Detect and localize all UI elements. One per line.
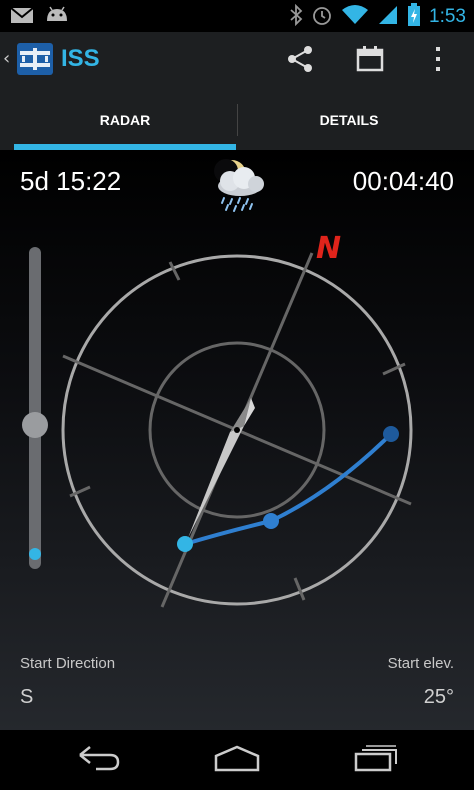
share-button[interactable] bbox=[270, 32, 330, 90]
back-icon bbox=[76, 745, 120, 775]
start-direction-label: Start Direction bbox=[20, 655, 116, 672]
back-button[interactable] bbox=[68, 740, 128, 780]
share-icon bbox=[285, 44, 315, 78]
radar-view: N bbox=[61, 231, 413, 608]
tab-radar[interactable]: RADAR bbox=[14, 90, 236, 150]
countdown-text: 5d 15:22 bbox=[20, 166, 122, 196]
radar-content: 5d 15:22 00:04:40 N Start Direction S St… bbox=[0, 150, 474, 730]
rain-cloud-moon-icon bbox=[204, 154, 270, 212]
tab-details[interactable]: DETAILS bbox=[238, 90, 460, 150]
gmail-icon bbox=[10, 5, 34, 29]
recents-button[interactable] bbox=[346, 740, 406, 780]
pass-start-point bbox=[177, 536, 193, 552]
radar-center bbox=[234, 427, 240, 433]
pass-end-point bbox=[383, 426, 399, 442]
wifi-icon bbox=[341, 4, 369, 30]
iss-app-icon[interactable] bbox=[16, 42, 54, 76]
time-slider-thumb[interactable] bbox=[22, 412, 48, 438]
action-bar: ‹ ISS bbox=[0, 32, 474, 90]
time-slider-marker bbox=[29, 548, 41, 560]
tab-bar: RADAR DETAILS bbox=[0, 90, 474, 150]
up-navigation-icon[interactable]: ‹ bbox=[3, 48, 10, 69]
android-icon bbox=[44, 5, 70, 29]
start-elevation-label: Start elev. bbox=[387, 655, 454, 672]
radar-tick bbox=[168, 261, 181, 281]
overflow-menu-button[interactable] bbox=[408, 32, 468, 90]
pass-duration-text: 00:04:40 bbox=[352, 166, 454, 196]
battery-icon bbox=[407, 3, 421, 31]
calendar-button[interactable] bbox=[340, 32, 400, 90]
status-bar: 1:53 bbox=[0, 0, 474, 32]
home-button[interactable] bbox=[207, 740, 267, 780]
navigation-bar bbox=[0, 730, 474, 790]
recent-apps-icon bbox=[354, 744, 398, 776]
start-elevation-value: 25° bbox=[423, 686, 454, 708]
app-title[interactable]: ISS bbox=[61, 45, 100, 73]
radar-tick bbox=[293, 577, 306, 601]
overflow-menu-icon bbox=[433, 44, 443, 78]
calendar-icon bbox=[355, 44, 385, 78]
status-clock: 1:53 bbox=[429, 6, 466, 27]
alarm-icon bbox=[311, 4, 333, 30]
time-slider-track[interactable] bbox=[29, 247, 41, 569]
pass-current-point bbox=[263, 513, 279, 529]
start-direction-value: S bbox=[20, 686, 34, 708]
home-icon bbox=[213, 744, 261, 776]
north-label: N bbox=[316, 231, 341, 266]
compass-needle-south bbox=[188, 426, 244, 538]
bluetooth-icon bbox=[289, 3, 303, 30]
signal-icon bbox=[377, 4, 399, 30]
